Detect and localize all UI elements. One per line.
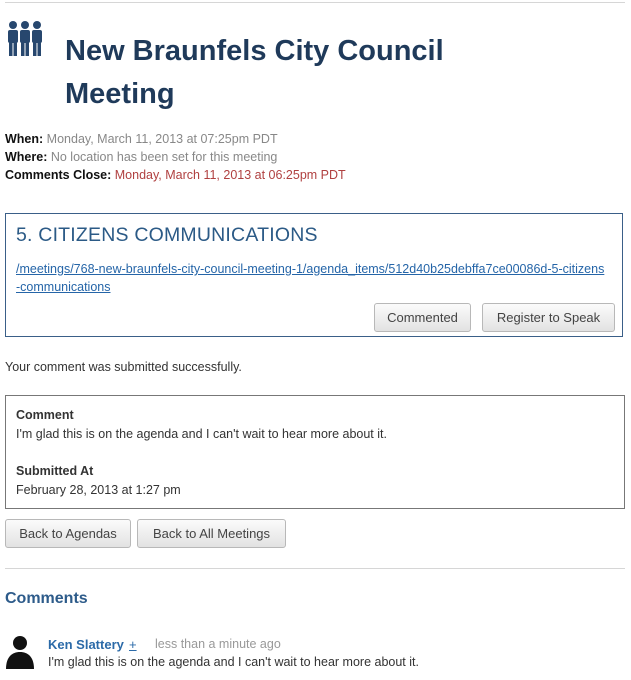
page-title: New Braunfels City Council Meeting (65, 35, 444, 110)
when-value: Monday, March 11, 2013 at 07:25pm PDT (46, 132, 278, 146)
where-value: No location has been set for this meetin… (50, 150, 278, 164)
commented-button[interactable]: Commented (374, 303, 471, 332)
comment-author[interactable]: Ken Slattery (48, 637, 124, 652)
agenda-item-link[interactable]: /meetings/768-new-braunfels-city-council… (16, 260, 606, 296)
where-row: Where: No location has been set for this… (5, 148, 346, 166)
user-avatar-icon (6, 636, 34, 669)
when-row: When: Monday, March 11, 2013 at 07:25pm … (5, 130, 346, 148)
back-to-agendas-button[interactable]: Back to Agendas (5, 519, 131, 548)
submitted-comment-panel: Comment I'm glad this is on the agenda a… (5, 395, 625, 509)
top-divider (5, 2, 625, 3)
comment-label: Comment (16, 408, 74, 422)
submitted-at-value: February 28, 2013 at 1:27 pm (16, 483, 181, 497)
when-label: When: (5, 132, 44, 146)
section-divider (5, 568, 625, 569)
comments-close-value: Monday, March 11, 2013 at 06:25pm PDT (114, 168, 346, 182)
meeting-details: When: Monday, March 11, 2013 at 07:25pm … (5, 130, 346, 184)
agenda-item-panel: 5. CITIZENS COMMUNICATIONS /meetings/768… (5, 213, 623, 337)
group-people-icon (8, 21, 42, 56)
comment-body: I'm glad this is on the agenda and I can… (48, 655, 419, 669)
agenda-item-title: 5. CITIZENS COMMUNICATIONS (16, 224, 318, 246)
comments-close-label: Comments Close: (5, 168, 112, 182)
success-message: Your comment was submitted successfully. (5, 360, 242, 374)
comments-close-row: Comments Close: Monday, March 11, 2013 a… (5, 166, 346, 184)
back-to-all-meetings-button[interactable]: Back to All Meetings (137, 519, 286, 548)
where-label: Where: (5, 150, 48, 164)
comment-timestamp: less than a minute ago (155, 637, 281, 651)
comments-heading: Comments (5, 590, 88, 607)
register-to-speak-button[interactable]: Register to Speak (482, 303, 615, 332)
comment-text: I'm glad this is on the agenda and I can… (16, 427, 387, 441)
submitted-at-label: Submitted At (16, 464, 94, 478)
follow-author-link[interactable]: + (129, 637, 137, 652)
